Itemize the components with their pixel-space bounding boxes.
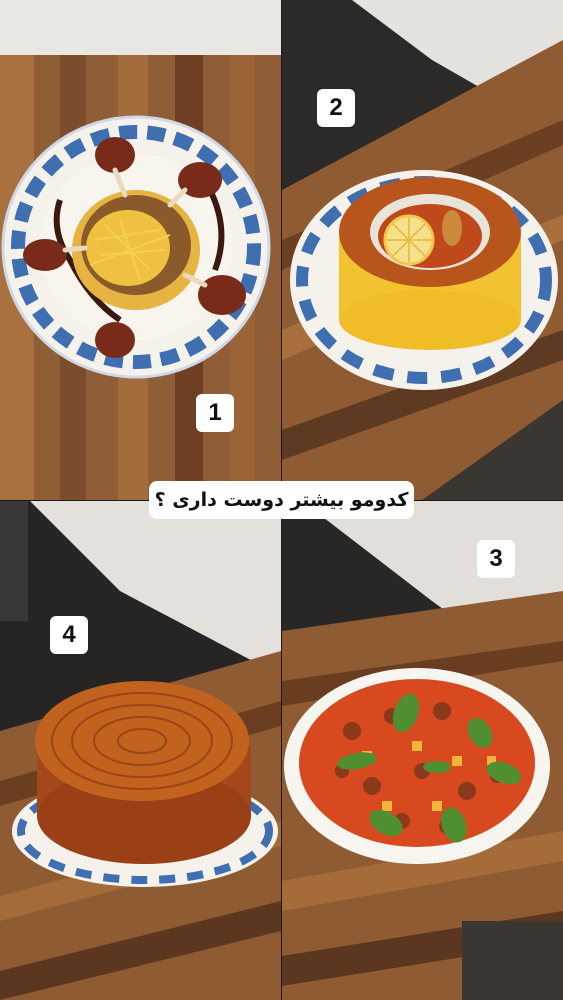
dish-photo-2	[282, 0, 563, 500]
dish-number-badge-1: 1	[196, 394, 234, 432]
dish-photo-3	[282, 501, 563, 1000]
dish-photo-4	[0, 501, 281, 1000]
dish-number-badge-4: 4	[50, 616, 88, 654]
dish-number-badge-2: 2	[317, 89, 355, 127]
question-caption: کدومو بیشتر دوست داری ؟	[149, 481, 414, 519]
dish-number-badge-3: 3	[477, 540, 515, 578]
dish-photo-1	[0, 0, 281, 500]
